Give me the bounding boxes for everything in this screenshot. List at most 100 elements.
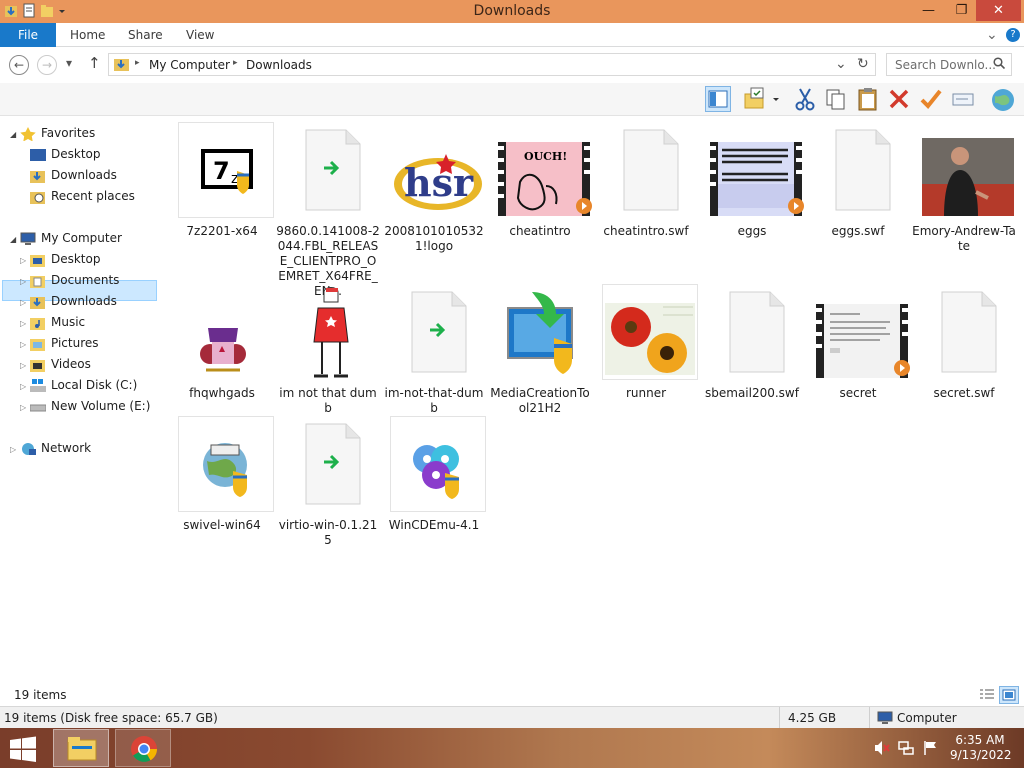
breadcrumb-downloads[interactable]: Downloads [246, 58, 312, 72]
clock-date: 9/13/2022 [950, 748, 1012, 762]
nav-pc-pictures[interactable]: ▷ Pictures [20, 333, 99, 353]
drive-icon [29, 400, 47, 414]
character-image-icon [284, 284, 380, 380]
forward-button[interactable]: → [37, 55, 57, 75]
details-bar: 19 items (Disk free space: 65.7 GB) 4.25… [0, 706, 1024, 729]
clock[interactable]: 6:35 AM 9/13/2022 [950, 733, 1012, 763]
clock-time: 6:35 AM [955, 733, 1005, 747]
blank-file-icon [920, 284, 1016, 380]
volume-muted-icon[interactable] [874, 740, 890, 756]
back-button[interactable]: ← [9, 55, 29, 75]
downloads-folder-icon [29, 295, 46, 309]
breadcrumb-my-computer[interactable]: My Computer [149, 58, 230, 72]
search-input[interactable]: Search Downlo... [886, 53, 1012, 76]
address-box[interactable]: ▸ My Computer ▸ Downloads ⌄ ↻ [108, 53, 876, 76]
blank-file-icon [602, 122, 698, 218]
hsr-logo-icon: hsr [390, 122, 486, 218]
computer-icon [20, 232, 36, 246]
paste-icon[interactable] [855, 86, 881, 112]
breadcrumb-separator: ▸ [233, 58, 238, 68]
blank-file-icon [708, 284, 804, 380]
file-name: cheatintro.swf [603, 224, 689, 238]
preview-pane-icon[interactable] [705, 86, 731, 112]
nav-pc-new-volume-e[interactable]: ▷ New Volume (E:) [20, 396, 150, 416]
maximize-button[interactable]: ❐ [945, 0, 978, 21]
nav-favorites[interactable]: ◢ Favorites [10, 123, 95, 143]
breadcrumb-separator: ▸ [135, 58, 140, 68]
file-name: 20081010105321!logo [384, 224, 484, 253]
dropdown-icon[interactable] [770, 86, 782, 112]
search-icon [993, 57, 1006, 72]
file-name: swivel-win64 [183, 518, 261, 532]
video-thumbnail-icon [708, 122, 804, 218]
globe-icon[interactable] [989, 86, 1015, 112]
nav-my-computer[interactable]: ◢ My Computer [10, 228, 122, 248]
ribbon: File Home Share View ⌄ ? [0, 23, 1024, 47]
delete-icon[interactable] [886, 86, 912, 112]
file-explorer-taskbar-icon[interactable] [53, 729, 109, 767]
nav-fav-recent-places[interactable]: Recent places [30, 186, 135, 206]
tab-view[interactable]: View [186, 23, 214, 47]
file-list: 7z 7z2201-x64 9860.0.141008-2044.FBL_REL… [160, 116, 1024, 686]
network-tray-icon[interactable] [898, 740, 914, 756]
file-name: sbemail200.swf [705, 386, 799, 400]
file-name: virtio-win-0.1.215 [278, 518, 378, 547]
desktop-icon [30, 148, 46, 162]
nav-fav-downloads[interactable]: Downloads [30, 165, 117, 185]
minimize-button[interactable]: — [912, 0, 945, 21]
tab-home[interactable]: Home [70, 23, 105, 47]
file-name: 7z2201-x64 [186, 224, 258, 238]
blank-file-icon [814, 122, 910, 218]
tab-share[interactable]: Share [128, 23, 163, 47]
shortcut-file-icon [284, 416, 380, 512]
file-name: MediaCreationTool21H2 [490, 386, 590, 415]
disk-free-space: 19 items (Disk free space: 65.7 GB) [4, 711, 218, 725]
details-view-icon[interactable] [977, 686, 997, 704]
nav-network[interactable]: ▷ Network [10, 438, 91, 458]
recent-locations-button[interactable]: ▾ [66, 56, 72, 70]
file-tab[interactable]: File [0, 23, 56, 47]
file-name: eggs [737, 224, 767, 238]
action-center-flag-icon[interactable] [922, 740, 938, 756]
disc-installer-icon [390, 416, 486, 512]
nav-pc-documents[interactable]: ▷ Documents [20, 270, 119, 290]
nav-fav-desktop[interactable]: Desktop [30, 144, 101, 164]
navigation-pane: ◢ Favorites Desktop Downloads Recent pla… [0, 116, 160, 686]
close-button[interactable]: ✕ [976, 0, 1021, 21]
nav-pc-music[interactable]: ▷ Music [20, 312, 85, 332]
documents-folder-icon [29, 274, 46, 288]
file-name: secret.swf [933, 386, 995, 400]
ribbon-collapse-button[interactable]: ⌄ [986, 23, 998, 47]
divider [869, 707, 870, 729]
photo-thumbnail-icon [920, 122, 1016, 218]
nav-pc-desktop[interactable]: ▷ Desktop [20, 249, 100, 269]
recent-places-icon [30, 190, 46, 204]
desktop-folder-icon [29, 253, 46, 267]
chrome-taskbar-icon[interactable] [115, 729, 171, 767]
address-dropdown-button[interactable]: ⌄ [835, 56, 847, 72]
cut-icon[interactable] [792, 86, 818, 112]
location-label: Computer [897, 711, 957, 725]
check-icon[interactable] [918, 86, 944, 112]
windows-start-icon[interactable] [8, 735, 38, 763]
nav-pc-downloads[interactable]: ▷ Downloads [20, 291, 117, 311]
folder-options-icon[interactable] [742, 86, 768, 112]
refresh-button[interactable]: ↻ [857, 56, 869, 72]
7zip-installer-icon: 7z [178, 122, 274, 218]
title-bar: Downloads — ❐ ✕ [0, 0, 1024, 23]
rename-icon[interactable] [950, 86, 976, 112]
divider [779, 707, 780, 729]
file-name: secret [839, 386, 877, 400]
toolbar [0, 83, 1024, 116]
svg-text:hsr: hsr [404, 160, 474, 205]
video-thumbnail-icon [814, 284, 910, 380]
help-button[interactable]: ? [1006, 28, 1020, 42]
music-folder-icon [29, 316, 46, 330]
copy-icon[interactable] [823, 86, 849, 112]
nav-pc-local-disk-c[interactable]: ▷ Local Disk (C:) [20, 375, 137, 395]
large-icons-view-icon[interactable] [999, 686, 1019, 704]
up-button[interactable]: ↑ [88, 54, 101, 72]
nav-pc-videos[interactable]: ▷ Videos [20, 354, 91, 374]
file-name: im-not-that-dumb [384, 386, 484, 415]
file-name: cheatintro [509, 224, 571, 238]
